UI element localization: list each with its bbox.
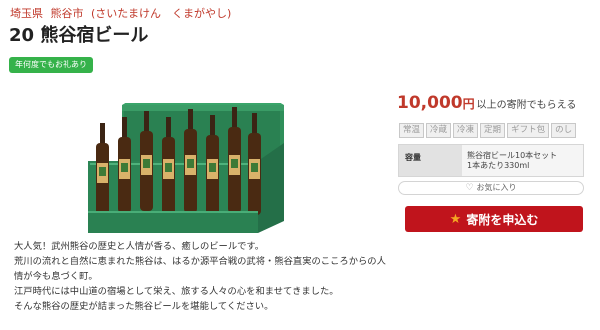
description-line: そんな熊谷の歴史が詰まった熊谷ビールを堪能してください。	[14, 301, 274, 312]
favorite-button[interactable]: ♡ お気に入り	[398, 181, 584, 195]
breadcrumb-prefecture[interactable]: 埼玉県	[10, 7, 43, 20]
price-amount: 10,000	[397, 93, 463, 113]
spec-key: 容量	[399, 145, 462, 176]
product-description: 大人気！武州熊谷の歴史と人情が香る、癒しのビールです。 荒川の流れと自然に恵まれ…	[14, 239, 414, 314]
delivery-tags: 常温 冷蔵 冷凍 定期 ギフト包 のし	[399, 123, 577, 138]
description-line: 情が今も息づく町。	[14, 271, 98, 282]
spec-table: 容量 熊谷宿ビール10本セット 1本あたり330ml	[398, 144, 584, 177]
tag-subscription: 定期	[480, 123, 506, 138]
breadcrumb: 埼玉県 熊谷市 (さいたまけん くまがやし)	[10, 5, 235, 21]
price-row: 10,000円 以上の寄附でもらえる	[397, 93, 576, 113]
spec-value-line1: 熊谷宿ビール10本セット	[467, 151, 558, 160]
tag-chilled: 冷蔵	[426, 123, 452, 138]
tag-room-temp: 常温	[399, 123, 425, 138]
description-line: 大人気！武州熊谷の歴史と人情が香る、癒しのビールです。	[14, 241, 265, 252]
spec-value-line2: 1本あたり330ml	[467, 161, 530, 170]
description-line: 江戸時代には中山道の宿場として栄え、旅する人々の心を和ませてきました。	[14, 286, 339, 297]
heart-icon: ♡	[465, 183, 474, 193]
description-line: 荒川の流れと自然に恵まれた熊谷は、はるか源平合戦の武将・熊谷直実のこころからの人	[14, 256, 386, 267]
tag-noshi: のし	[551, 123, 577, 138]
price-unit: 円	[462, 97, 475, 111]
beer-box-illustration	[88, 99, 284, 233]
page-title: 20 熊谷宿ビール	[9, 25, 149, 46]
star-icon: ★	[449, 211, 462, 227]
breadcrumb-reading: (さいたまけん くまがやし)	[91, 7, 232, 20]
favorite-label: お気に入り	[476, 183, 517, 192]
product-image[interactable]	[84, 99, 284, 233]
spec-value: 熊谷宿ビール10本セット 1本あたり330ml	[462, 145, 583, 176]
tag-frozen: 冷凍	[453, 123, 479, 138]
tag-gift-wrap: ギフト包	[507, 123, 550, 138]
repeat-badge: 年何度でもお礼あり	[9, 57, 93, 73]
apply-donation-button[interactable]: ★ 寄附を申込む	[405, 206, 583, 232]
price-note: 以上の寄附でもらえる	[476, 100, 577, 111]
apply-label: 寄附を申込む	[466, 212, 539, 227]
breadcrumb-city[interactable]: 熊谷市	[51, 7, 84, 20]
